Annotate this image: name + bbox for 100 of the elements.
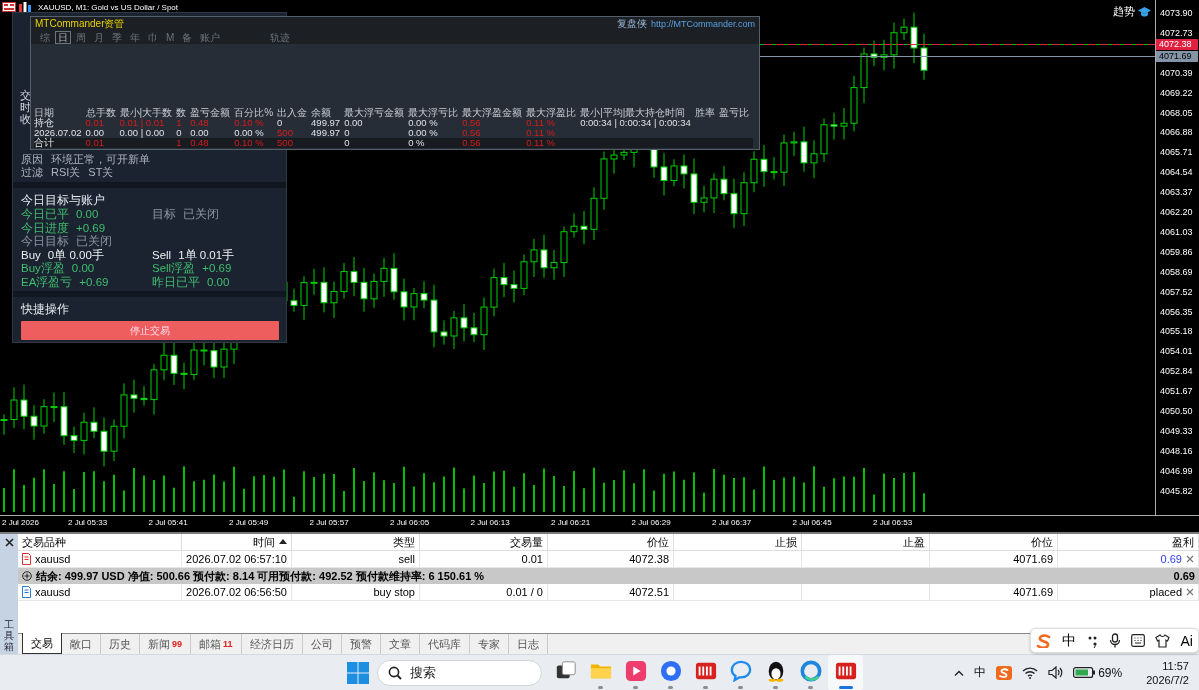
filter-label: 过滤 bbox=[21, 166, 43, 179]
shirt-icon[interactable] bbox=[1155, 633, 1171, 648]
column-header[interactable]: 价位 bbox=[1031, 534, 1053, 550]
wifi-icon[interactable] bbox=[1022, 666, 1039, 679]
column-header: 数 bbox=[176, 107, 188, 118]
price-label: 4065.71 bbox=[1160, 146, 1193, 159]
ai-assistant-button[interactable]: Ai bbox=[1180, 632, 1193, 649]
time-label: 2 Jul 05:33 bbox=[68, 517, 109, 529]
table-cell-text: 0.11 % bbox=[526, 128, 556, 138]
table-cell-text: 持仓 bbox=[34, 118, 55, 128]
period-tab[interactable]: 备 bbox=[179, 31, 196, 44]
table-cell-text: 0.00 % bbox=[408, 128, 439, 138]
search-field[interactable]: 搜索 bbox=[377, 659, 542, 686]
column-header[interactable]: 类型 bbox=[393, 534, 415, 550]
chevron-up-icon[interactable] bbox=[954, 669, 965, 676]
table-cell-text: 0.00 bbox=[85, 128, 106, 138]
table-cell: 4072.51 bbox=[629, 586, 669, 598]
time-label: 2 Jul 05:49 bbox=[229, 517, 270, 529]
running-indicator bbox=[703, 686, 708, 689]
battery-status[interactable]: 69% bbox=[1073, 665, 1123, 680]
table-cell-text: 0.00 | 0.00 bbox=[119, 128, 166, 138]
table-cell-text: 0.11 % bbox=[526, 118, 555, 128]
period-tab[interactable]: 轨迹 bbox=[267, 31, 294, 44]
table-cell-text: 499.97 bbox=[311, 128, 342, 138]
price-label: 4046.99 bbox=[1160, 464, 1193, 477]
start-icon[interactable] bbox=[347, 661, 369, 684]
expand-icon[interactable] bbox=[22, 571, 32, 581]
clock[interactable]: 11:57 2026/7/2 bbox=[1146, 658, 1189, 687]
microphone-icon[interactable] bbox=[1108, 633, 1121, 648]
volume-icon[interactable] bbox=[1048, 666, 1064, 679]
column-header[interactable]: 时间 bbox=[253, 534, 287, 550]
period-tab[interactable]: 巾 bbox=[145, 31, 161, 44]
table-cell-text: 0.56 bbox=[462, 118, 481, 128]
time-label: 2 Jul 06:21 bbox=[551, 517, 592, 529]
browser-icon bbox=[659, 660, 682, 682]
table-cell: 4071.69 bbox=[1013, 586, 1053, 598]
column-header[interactable]: 价位 bbox=[647, 534, 669, 550]
ime-logo-icon[interactable] bbox=[1036, 633, 1053, 648]
column-header[interactable]: 止盈 bbox=[903, 534, 925, 550]
price-label: 4062.20 bbox=[1160, 206, 1193, 218]
period-tab[interactable]: M bbox=[163, 31, 178, 44]
column-header[interactable]: 交易品种 bbox=[22, 534, 66, 550]
stat-label: Sell bbox=[152, 248, 172, 262]
column-header[interactable]: 盈利 bbox=[1172, 534, 1194, 550]
table-cell: 4071.69 bbox=[1013, 553, 1053, 565]
table-cell-text: 0 bbox=[344, 138, 351, 148]
table-cell: 0.69 bbox=[1160, 553, 1182, 565]
document-icon bbox=[22, 586, 31, 598]
table-cell-text: 0.56 bbox=[462, 138, 482, 148]
column-header: 最大浮盈比 bbox=[526, 107, 578, 118]
column-header: 盈亏金额 bbox=[190, 107, 232, 118]
time-label: 2 Jul 06:05 bbox=[390, 517, 431, 529]
price-label: 4057.52 bbox=[1160, 285, 1193, 298]
period-tab[interactable]: 日 bbox=[55, 31, 71, 44]
period-tab[interactable]: 账户 bbox=[197, 31, 224, 44]
filter-status: RSI关 bbox=[51, 166, 81, 179]
running-indicator bbox=[598, 686, 603, 689]
period-tab[interactable]: 年 bbox=[127, 31, 143, 44]
running-indicator bbox=[773, 686, 778, 689]
price-label: 4048.16 bbox=[1160, 444, 1193, 457]
close-icon[interactable] bbox=[4, 538, 14, 547]
stat-label: 今日进度 bbox=[21, 221, 69, 235]
running-indicator bbox=[738, 686, 743, 689]
total-profit: 0.69 bbox=[1173, 570, 1195, 582]
input-mode-toggle[interactable]: 中 bbox=[1062, 631, 1077, 650]
ime-logo-icon[interactable] bbox=[996, 665, 1013, 680]
terminal-tab[interactable]: 交易 bbox=[22, 633, 62, 654]
bar-chart-icon bbox=[19, 2, 31, 12]
keyboard-icon[interactable] bbox=[1131, 634, 1145, 647]
price-label: 4054.01 bbox=[1160, 345, 1193, 358]
running-indicator bbox=[838, 686, 853, 689]
language-indicator[interactable]: 中 bbox=[974, 664, 987, 681]
stat-value: +0.69 bbox=[79, 275, 109, 289]
table-cell-text: 0 bbox=[344, 128, 351, 138]
brand-label: 复盘侠 bbox=[616, 17, 647, 31]
table-cell-text: 0.00 bbox=[190, 128, 210, 138]
column-header[interactable]: 交易量 bbox=[510, 534, 543, 550]
column-header: 最小|平均|最大持仓时间 bbox=[580, 107, 687, 118]
price-label: 4056.35 bbox=[1160, 305, 1193, 318]
price-label: 4072.73 bbox=[1160, 26, 1193, 39]
stat-label: Buy浮盈 bbox=[21, 262, 65, 276]
period-tab[interactable]: 季 bbox=[109, 31, 125, 44]
running-indicator bbox=[633, 686, 638, 689]
section-title: 快捷操作 bbox=[21, 301, 70, 317]
edge-icon bbox=[799, 660, 822, 682]
price-label: 4069.22 bbox=[1160, 86, 1193, 99]
table-cell-text: 合计 bbox=[34, 138, 54, 148]
price-label: 4049.33 bbox=[1160, 424, 1193, 437]
stat-value: 已关闭 bbox=[183, 208, 219, 222]
column-header: 总手数 bbox=[85, 107, 117, 118]
ask-price-tag: 4071.69 bbox=[1156, 51, 1198, 62]
column-header: 最大浮亏比 bbox=[408, 107, 460, 118]
account-summary: 结余: 499.97 USD 净值: 500.66 预付款: 8.14 可用预付款: 492.52 预付款维持率: 6 150.61 % bbox=[36, 568, 485, 584]
period-tab[interactable]: 综 bbox=[37, 31, 53, 44]
website-link[interactable]: http://MTCommander.com bbox=[650, 19, 755, 29]
battery-icon bbox=[1073, 667, 1096, 678]
stat-value: 0.00 bbox=[207, 275, 230, 289]
period-tab[interactable]: 月 bbox=[91, 31, 107, 44]
period-tab[interactable]: 周 bbox=[73, 31, 89, 44]
column-header[interactable]: 止损 bbox=[775, 534, 797, 550]
